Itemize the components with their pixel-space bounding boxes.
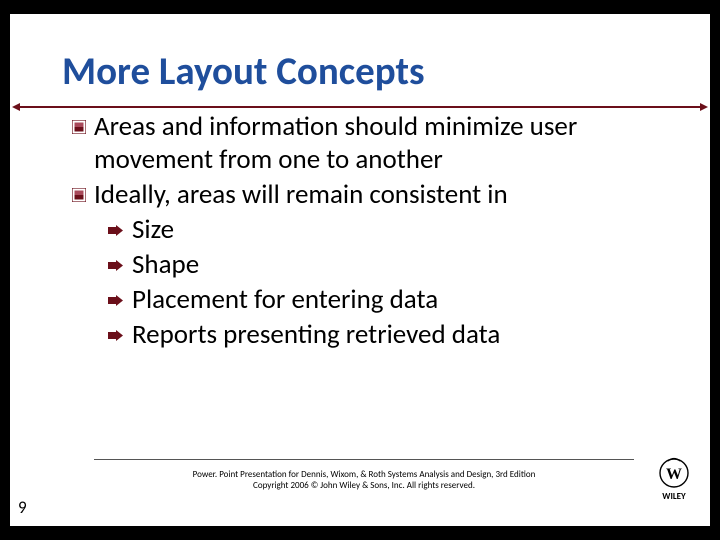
bullet-text: Shape <box>132 249 199 282</box>
bullet-text: Areas and information should minimize us… <box>94 111 650 177</box>
square-bullet-icon <box>72 120 86 134</box>
bullet-level2: Shape <box>108 249 650 282</box>
content-area: Areas and information should minimize us… <box>10 93 710 352</box>
wiley-logo: W WILEY <box>650 457 698 506</box>
svg-text:WILEY: WILEY <box>662 491 686 501</box>
bullet-level1: Areas and information should minimize us… <box>72 111 650 177</box>
arrow-bullet-icon <box>108 295 124 306</box>
bullet-text: Reports presenting retrieved data <box>132 319 500 352</box>
footer-line1: Power. Point Presentation for Dennis, Wi… <box>94 469 634 481</box>
arrow-bullet-icon <box>108 225 124 236</box>
bullet-level1: Ideally, areas will remain consistent in <box>72 179 650 212</box>
bullet-text: Size <box>132 214 174 247</box>
slide: More Layout Concepts Areas and informati… <box>10 14 710 526</box>
title-divider <box>18 106 702 108</box>
square-bullet-icon <box>72 188 86 202</box>
arrow-bullet-icon <box>108 260 124 271</box>
footer-line2: Copyright 2006 © John Wiley & Sons, Inc.… <box>94 480 634 492</box>
footer-divider <box>94 459 634 460</box>
wiley-logo-icon: W WILEY <box>650 457 698 501</box>
arrow-bullet-icon <box>108 330 124 341</box>
svg-text:W: W <box>666 466 682 483</box>
footer: Power. Point Presentation for Dennis, Wi… <box>94 469 634 492</box>
bullet-level2: Placement for entering data <box>108 284 650 317</box>
bullet-level2: Reports presenting retrieved data <box>108 319 650 352</box>
slide-title: More Layout Concepts <box>62 52 710 93</box>
bullet-level2: Size <box>108 214 650 247</box>
title-area: More Layout Concepts <box>10 14 710 93</box>
page-number: 9 <box>18 497 27 518</box>
bullet-text: Ideally, areas will remain consistent in <box>94 179 508 212</box>
bullet-text: Placement for entering data <box>132 284 438 317</box>
